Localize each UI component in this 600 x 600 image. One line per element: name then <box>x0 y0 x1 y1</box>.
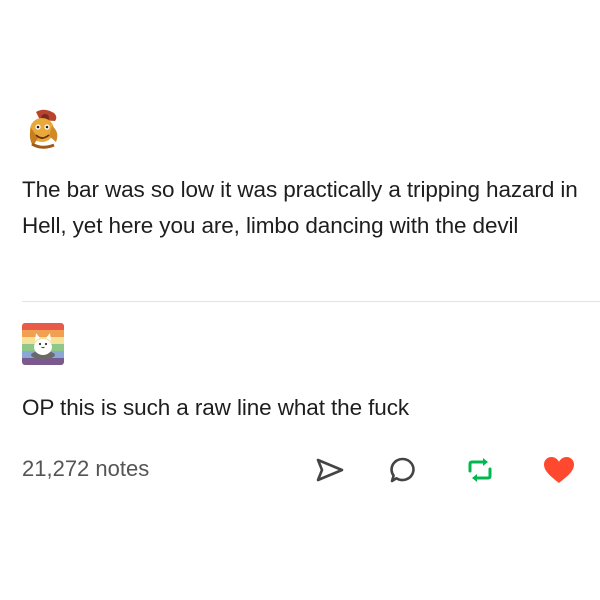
like-button[interactable] <box>541 454 577 486</box>
cat-avatar-icon <box>22 323 64 365</box>
reply-icon <box>390 457 415 483</box>
heart-icon <box>544 457 574 483</box>
original-poster-avatar[interactable] <box>22 108 64 150</box>
post-divider <box>22 301 600 302</box>
reply-poster-avatar[interactable] <box>22 323 64 365</box>
post-container: The bar was so low it was practically a … <box>0 0 600 600</box>
mascot-avatar-icon <box>22 108 64 150</box>
share-icon <box>316 458 344 482</box>
share-button[interactable] <box>312 454 348 486</box>
notes-count[interactable]: 21,272 notes <box>22 453 149 485</box>
reply-post-text: OP this is such a raw line what the fuck <box>22 395 410 420</box>
reblog-button[interactable] <box>462 454 498 486</box>
original-post-text: The bar was so low it was practically a … <box>22 177 578 238</box>
reply-button[interactable] <box>385 454 421 486</box>
reblog-icon <box>468 458 492 482</box>
